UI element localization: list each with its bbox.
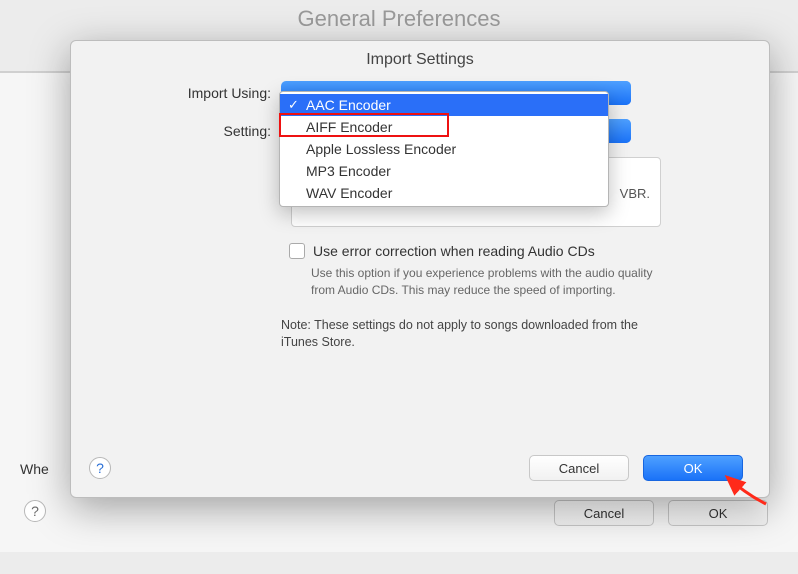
- help-icon[interactable]: ?: [89, 457, 111, 479]
- sheet-title: Import Settings: [71, 41, 769, 81]
- cancel-button[interactable]: Cancel: [529, 455, 629, 481]
- vbr-text: VBR.: [620, 186, 650, 201]
- encoder-option-label: Apple Lossless Encoder: [306, 141, 456, 157]
- encoder-option-label: WAV Encoder: [306, 185, 392, 201]
- bg-ok-button[interactable]: OK: [668, 500, 768, 526]
- encoder-dropdown[interactable]: ✓AAC Encoder AIFF Encoder Apple Lossless E…: [279, 91, 609, 207]
- chevron-updown-icon: [609, 119, 631, 143]
- error-correction-label: Use error correction when reading Audio …: [313, 243, 595, 259]
- error-correction-help: Use this option if you experience proble…: [311, 265, 671, 299]
- itunes-note: Note: These settings do not apply to son…: [281, 317, 661, 352]
- encoder-option[interactable]: MP3 Encoder: [280, 160, 608, 182]
- setting-label: Setting:: [71, 123, 281, 139]
- encoder-option[interactable]: WAV Encoder: [280, 182, 608, 204]
- bg-label-fragment: Whe: [20, 461, 49, 477]
- encoder-option-label: AIFF Encoder: [306, 119, 392, 135]
- error-correction-row: Use error correction when reading Audio …: [289, 243, 769, 259]
- bg-window-title: General Preferences: [0, 0, 798, 32]
- encoder-option-label: MP3 Encoder: [306, 163, 391, 179]
- checkmark-icon: ✓: [288, 97, 306, 113]
- error-correction-checkbox[interactable]: [289, 243, 305, 259]
- ok-button[interactable]: OK: [643, 455, 743, 481]
- sheet-button-row: Cancel OK: [529, 455, 743, 481]
- bg-cancel-button[interactable]: Cancel: [554, 500, 654, 526]
- import-using-label: Import Using:: [71, 85, 281, 101]
- help-icon[interactable]: ?: [24, 500, 46, 522]
- import-settings-sheet: Import Settings Import Using: Setting: V…: [70, 40, 770, 498]
- bg-button-row: Cancel OK: [554, 500, 768, 526]
- encoder-option-label: AAC Encoder: [306, 97, 391, 113]
- encoder-option[interactable]: Apple Lossless Encoder: [280, 138, 608, 160]
- encoder-option[interactable]: AIFF Encoder: [280, 116, 608, 138]
- chevron-updown-icon: [609, 81, 631, 105]
- encoder-option[interactable]: ✓AAC Encoder: [280, 94, 608, 116]
